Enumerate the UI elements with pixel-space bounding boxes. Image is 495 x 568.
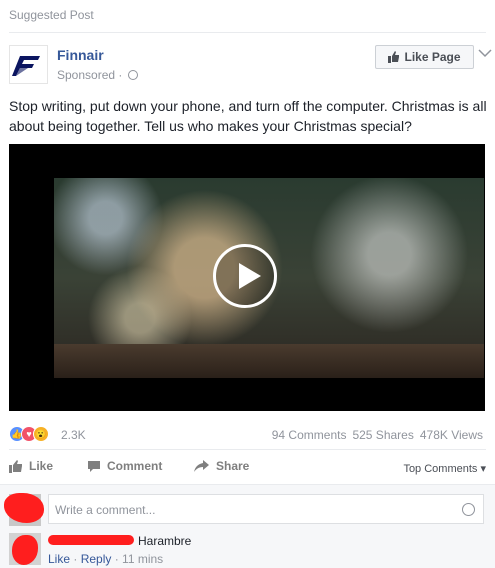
share-label: Share [216, 459, 250, 473]
finnair-logo-icon [12, 56, 40, 76]
comment-input[interactable]: Write a comment... [48, 494, 484, 524]
play-icon[interactable] [213, 244, 277, 308]
comment-timestamp[interactable]: 11 mins [122, 552, 163, 566]
comment-meta: Like · Reply · 11 mins [48, 552, 163, 566]
separator: · [115, 68, 126, 82]
emoji-icon[interactable] [462, 503, 475, 516]
thumbs-up-icon [9, 459, 22, 473]
divider [9, 32, 486, 33]
wow-reaction-icon: 😮 [33, 426, 49, 442]
post-text: Stop writing, put down your phone, and t… [9, 98, 487, 134]
like-button[interactable]: Like [9, 459, 53, 473]
comment-like-link[interactable]: Like [48, 552, 70, 566]
finnair-logo[interactable] [9, 45, 48, 84]
action-bar: Like Comment Share Top Comments ▾ [9, 455, 486, 479]
reaction-count[interactable]: 2.3K [61, 428, 86, 442]
reactions-summary[interactable]: 👍 ♥ 😮 [9, 426, 59, 442]
thumbs-up-icon [388, 51, 400, 63]
divider [9, 449, 486, 450]
redaction-mark [48, 535, 134, 545]
sponsored-line: Sponsored · [57, 68, 138, 82]
suggested-post-label: Suggested Post [9, 8, 94, 22]
globe-icon [127, 70, 138, 80]
comment-reply-link[interactable]: Reply [81, 552, 112, 566]
comment-button[interactable]: Comment [87, 459, 162, 473]
separator: · [70, 552, 81, 566]
share-button[interactable]: Share [194, 459, 249, 473]
comment-label: Comment [107, 459, 163, 473]
video-thumbnail-foreground [54, 344, 484, 378]
like-page-button[interactable]: Like Page [375, 45, 474, 69]
comment-text: Harambre [138, 534, 192, 548]
post-header: Finnair Sponsored · Like Page [9, 42, 492, 86]
post-stats: 👍 ♥ 😮 2.3K 94 Comments 525 Shares 478K V… [9, 424, 483, 444]
shares-count[interactable]: 525 Shares [352, 428, 413, 442]
top-comments-dropdown[interactable]: Top Comments ▾ [403, 462, 486, 475]
comments-section: Write a comment... Harambre Like · Reply… [0, 484, 495, 568]
comment-input-placeholder: Write a comment... [55, 503, 156, 517]
separator: · [111, 552, 123, 566]
like-label: Like [29, 459, 54, 473]
video-player[interactable] [9, 144, 485, 411]
sponsored-label[interactable]: Sponsored [57, 68, 115, 82]
like-page-label: Like Page [404, 50, 461, 64]
chevron-down-icon[interactable] [478, 48, 492, 58]
share-arrow-icon [194, 459, 209, 472]
engagement-counts: 94 Comments 525 Shares 478K Views [272, 428, 483, 442]
comment-icon [88, 460, 100, 472]
page-name-link[interactable]: Finnair [57, 47, 104, 63]
views-count: 478K Views [419, 428, 483, 442]
comments-count[interactable]: 94 Comments [272, 428, 347, 442]
